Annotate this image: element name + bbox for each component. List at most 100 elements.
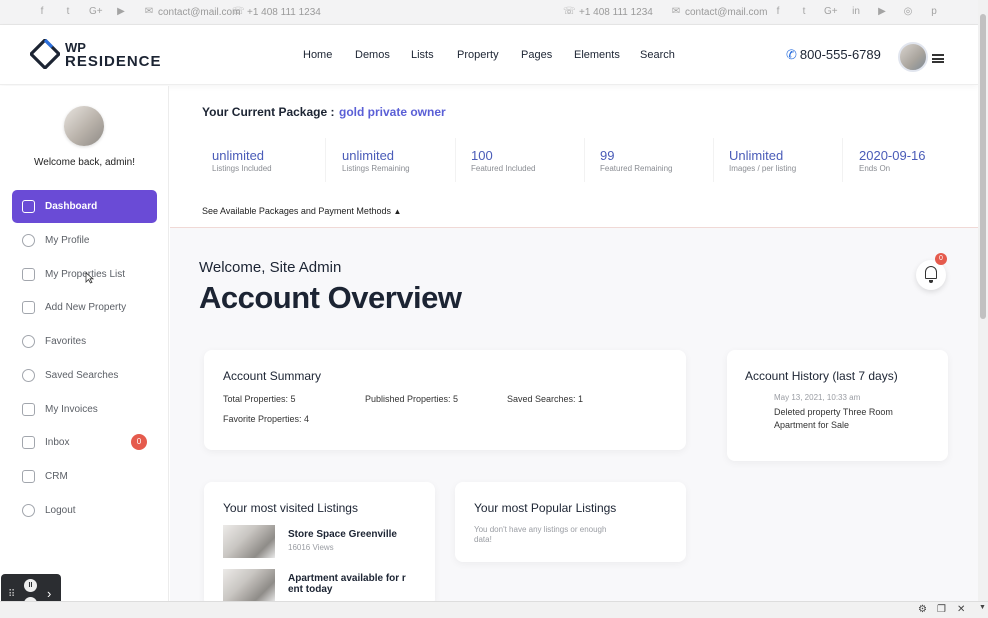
home-icon <box>22 268 35 281</box>
crm-icon <box>22 470 35 483</box>
twitter-icon[interactable]: t <box>798 6 810 18</box>
youtube-icon[interactable]: ▶ <box>115 6 127 18</box>
sidebar-item-label: Inbox <box>45 437 70 448</box>
sidebar-item-label: My Invoices <box>45 404 98 415</box>
facebook-icon[interactable]: f <box>36 6 48 18</box>
drag-handle-icon[interactable]: ⠿ <box>8 589 15 600</box>
chevron-up-icon: ▲ <box>393 207 402 216</box>
package-stat: unlimited Listings Included <box>204 138 326 182</box>
nav-home[interactable]: Home <box>303 49 332 61</box>
contact-phone-left[interactable]: +1 408 111 1234 <box>247 7 321 18</box>
listing-thumbnail[interactable] <box>223 569 275 602</box>
package-stat: unlimited Listings Remaining <box>334 138 456 182</box>
close-icon[interactable]: ✕ <box>957 604 965 615</box>
search-icon <box>22 369 35 382</box>
instagram-icon[interactable]: ◎ <box>902 6 914 18</box>
see-packages-link[interactable]: See Available Packages and Payment Metho… <box>202 206 401 216</box>
facebook-icon[interactable]: f <box>772 6 784 18</box>
sidebar-item-label: CRM <box>45 471 68 482</box>
most-visited-card: Your most visited Listings Store Space G… <box>204 482 435 607</box>
sidebar-item-inbox[interactable]: Inbox 0 <box>12 426 157 459</box>
sidebar-item-label: Dashboard <box>45 201 98 212</box>
gear-icon[interactable]: ⚙ <box>918 604 927 615</box>
card-title: Account Summary <box>223 369 322 383</box>
scrollbar-thumb[interactable] <box>980 14 986 319</box>
contact-email-left[interactable]: contact@mail.com <box>158 7 240 18</box>
google-plus-icon[interactable]: G+ <box>89 6 103 18</box>
listing-name[interactable]: Store Space Greenville <box>288 529 397 540</box>
listing-name-line-1[interactable]: Apartment available for r <box>288 573 406 584</box>
pause-icon[interactable]: II <box>24 579 37 592</box>
nav-demos[interactable]: Demos <box>355 49 390 61</box>
linkedin-icon[interactable]: in <box>850 6 862 18</box>
logo-text[interactable]: WP RESIDENCE <box>65 41 162 70</box>
card-title: Account History (last 7 days) <box>745 369 898 383</box>
header-phone[interactable]: ✆ 800-555-6789 <box>786 47 881 63</box>
sidebar-item-add-property[interactable]: Add New Property <box>12 291 157 324</box>
vertical-scrollbar[interactable] <box>978 0 988 601</box>
contact-email-right[interactable]: contact@mail.com <box>685 7 767 18</box>
stat-value: 99 <box>600 148 615 163</box>
package-stat: 2020-09-16 Ends On <box>851 138 973 182</box>
package-stat: 100 Featured Included <box>463 138 585 182</box>
chevron-right-icon[interactable]: › <box>47 586 51 601</box>
listing-views: 16016 Views <box>288 543 334 552</box>
sidebar-item-favorites[interactable]: Favorites <box>12 325 157 358</box>
sidebar-item-label: Saved Searches <box>45 370 119 381</box>
youtube-icon[interactable]: ▶ <box>876 6 888 18</box>
logo-line-2: RESIDENCE <box>65 53 162 70</box>
notification-badge: 0 <box>935 253 947 265</box>
pinterest-icon[interactable]: p <box>928 6 940 18</box>
nav-search[interactable]: Search <box>640 49 675 61</box>
sidebar-item-label: Logout <box>45 505 76 516</box>
sidebar-item-my-profile[interactable]: My Profile <box>12 224 157 257</box>
welcome-heading: Welcome, Site Admin <box>199 259 342 276</box>
header-phone-number: 800-555-6789 <box>799 47 881 62</box>
nav-lists[interactable]: Lists <box>411 49 434 61</box>
stat-value: unlimited <box>342 148 395 163</box>
google-plus-icon[interactable]: G+ <box>824 6 838 18</box>
heart-icon <box>22 335 35 348</box>
twitter-icon[interactable]: t <box>62 6 74 18</box>
sidebar-item-label: My Profile <box>45 235 90 246</box>
page-title: Account Overview <box>199 280 462 315</box>
stat-label: Listings Remaining <box>342 164 410 173</box>
listing-thumbnail[interactable] <box>223 525 275 558</box>
stat-label: Featured Included <box>471 164 536 173</box>
sidebar-item-saved-searches[interactable]: Saved Searches <box>12 359 157 392</box>
sidebar-welcome: Welcome back, admin! <box>34 157 135 168</box>
sidebar-item-invoices[interactable]: My Invoices <box>12 393 157 426</box>
mouse-cursor-icon <box>85 272 94 284</box>
nav-elements[interactable]: Elements <box>574 49 620 61</box>
sidebar-avatar <box>64 106 104 146</box>
bell-icon <box>925 266 937 279</box>
contact-phone-right[interactable]: +1 408 111 1234 <box>579 7 653 18</box>
nav-property[interactable]: Property <box>457 49 499 61</box>
account-history-card: Account History (last 7 days) May 13, 20… <box>727 350 948 461</box>
logo-icon[interactable] <box>30 39 60 69</box>
account-summary-card: Account Summary Total Properties: 5 Publ… <box>204 350 686 450</box>
package-title: Your Current Package : <box>202 105 335 119</box>
sidebar-item-dashboard[interactable]: Dashboard <box>12 190 157 223</box>
plus-icon <box>22 301 35 314</box>
stat-value: unlimited <box>212 148 265 163</box>
published-properties: Published Properties: 5 <box>365 394 459 404</box>
stat-value: Unlimited <box>729 148 784 163</box>
menu-icon[interactable] <box>932 54 944 63</box>
nav-pages[interactable]: Pages <box>521 49 552 61</box>
listing-name-line-2[interactable]: ent today <box>288 584 332 595</box>
chevron-down-icon[interactable]: ▼ <box>979 604 986 611</box>
user-avatar[interactable] <box>898 42 928 72</box>
bottom-status-bar: ⚙ ❐ ✕ ▼ <box>0 601 988 618</box>
stat-label: Listings Included <box>212 164 272 173</box>
card-title: Your most visited Listings <box>223 501 358 515</box>
sidebar-item-label: Add New Property <box>45 302 127 313</box>
sidebar-item-crm[interactable]: CRM <box>12 460 157 493</box>
window-icon[interactable]: ❐ <box>937 604 946 615</box>
inbox-count-badge: 0 <box>131 434 147 450</box>
sidebar-item-logout[interactable]: Logout <box>12 494 157 527</box>
mail-icon: ✉ <box>671 6 681 17</box>
mail-icon <box>22 436 35 449</box>
chart-icon <box>22 200 35 213</box>
see-packages-label: See Available Packages and Payment Metho… <box>202 206 391 216</box>
